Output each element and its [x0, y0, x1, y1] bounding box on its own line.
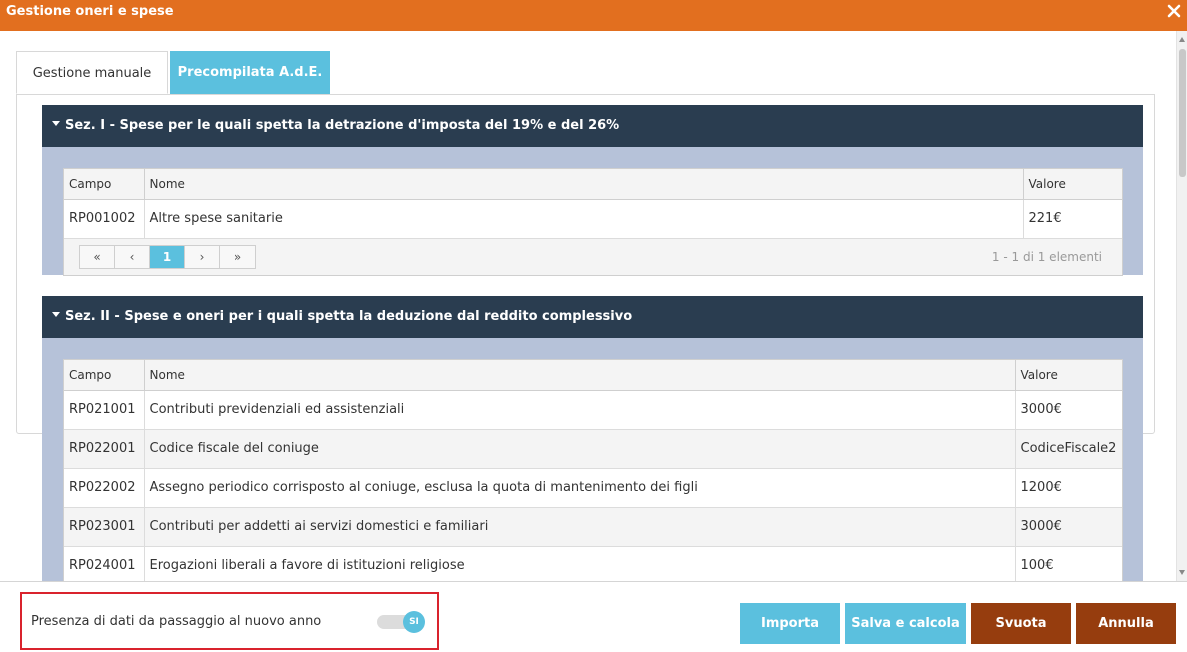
dialog-content: Gestione manuale Precompilata A.d.E. Sez… — [0, 31, 1176, 581]
pager-last-button[interactable]: » — [220, 245, 255, 268]
column-header-valore[interactable]: Valore — [1015, 360, 1122, 391]
pager-page-button[interactable]: 1 — [150, 245, 185, 268]
cell-campo: RP001002 — [64, 199, 145, 239]
table-row[interactable]: RP023001 Contributi per addetti ai servi… — [64, 507, 1122, 547]
cell-nome: Codice fiscale del coniuge — [144, 429, 1016, 469]
scroll-thumb[interactable] — [1179, 49, 1186, 177]
section-1-header[interactable]: Sez. I - Spese per le quali spetta la de… — [42, 105, 1143, 147]
section-1-grid: Campo Nome Valore RP001002 Altre spese s… — [63, 168, 1123, 276]
cell-nome: Contributi per addetti ai servizi domest… — [144, 507, 1016, 547]
scroll-up-icon[interactable] — [1179, 37, 1185, 42]
cell-valore: 221€ — [1023, 199, 1122, 239]
pager: « ‹ 1 › » 1 - 1 di 1 elementi — [64, 238, 1122, 275]
close-icon[interactable] — [1167, 4, 1181, 18]
toggle-knob[interactable]: SI — [403, 611, 425, 633]
tab-precompilata[interactable]: Precompilata A.d.E. — [170, 51, 330, 94]
table-row[interactable]: RP024001 Erogazioni liberali a favore di… — [64, 546, 1122, 581]
section-1-title: Sez. I - Spese per le quali spetta la de… — [65, 118, 620, 133]
cell-valore: 1200€ — [1015, 468, 1122, 508]
cell-nome: Altre spese sanitarie — [144, 199, 1024, 239]
passaggio-anno-toggle[interactable]: SI — [377, 611, 425, 633]
pager-buttons: « ‹ 1 › » — [79, 244, 256, 269]
cell-nome: Assegno periodico corrisposto al coniuge… — [144, 468, 1016, 508]
tab-gestione-manuale[interactable]: Gestione manuale — [16, 51, 168, 94]
cell-campo: RP021001 — [64, 390, 145, 430]
annulla-button[interactable]: Annulla — [1076, 603, 1176, 644]
vertical-scrollbar[interactable] — [1176, 31, 1187, 581]
cell-campo: RP022002 — [64, 468, 145, 508]
scroll-down-icon[interactable] — [1179, 570, 1185, 575]
section-2-grid: Campo Nome Valore RP021001 Contributi pr… — [63, 359, 1123, 581]
cell-campo: RP022001 — [64, 429, 145, 469]
pager-info: 1 - 1 di 1 elementi — [991, 249, 1102, 264]
column-header-campo[interactable]: Campo — [64, 360, 145, 391]
section-1: Sez. I - Spese per le quali spetta la de… — [42, 105, 1143, 276]
cell-valore: 3000€ — [1015, 507, 1122, 547]
svuota-button[interactable]: Svuota — [971, 603, 1071, 644]
dialog-title: Gestione oneri e spese — [6, 4, 174, 19]
cell-campo: RP023001 — [64, 507, 145, 547]
table-row[interactable]: RP022002 Assegno periodico corrisposto a… — [64, 468, 1122, 508]
cell-campo: RP024001 — [64, 546, 145, 581]
cell-valore: CodiceFiscale2 — [1015, 429, 1122, 469]
cell-valore: 100€ — [1015, 546, 1122, 581]
pager-prev-button[interactable]: ‹ — [115, 245, 150, 268]
column-header-campo[interactable]: Campo — [64, 169, 145, 200]
table-row[interactable]: RP001002 Altre spese sanitarie 221€ — [64, 199, 1122, 239]
section-2-header[interactable]: Sez. II - Spese e oneri per i quali spet… — [42, 296, 1143, 338]
section-2: Sez. II - Spese e oneri per i quali spet… — [42, 296, 1143, 581]
toggle-label: Presenza di dati da passaggio al nuovo a… — [31, 614, 322, 629]
salva-e-calcola-button[interactable]: Salva e calcola — [845, 603, 966, 644]
column-header-valore[interactable]: Valore — [1023, 169, 1122, 200]
cell-valore: 3000€ — [1015, 390, 1122, 430]
caret-down-icon — [52, 121, 60, 126]
table-row[interactable]: RP022001 Codice fiscale del coniuge Codi… — [64, 429, 1122, 469]
cell-nome: Contributi previdenziali ed assistenzial… — [144, 390, 1016, 430]
dialog-footer: Presenza di dati da passaggio al nuovo a… — [0, 581, 1187, 652]
caret-down-icon — [52, 312, 60, 317]
toggle-highlight-box: Presenza di dati da passaggio al nuovo a… — [20, 592, 439, 650]
dialog-titlebar: Gestione oneri e spese — [0, 0, 1187, 31]
importa-button[interactable]: Importa — [740, 603, 840, 644]
section-2-title: Sez. II - Spese e oneri per i quali spet… — [65, 309, 633, 324]
cell-nome: Erogazioni liberali a favore di istituzi… — [144, 546, 1016, 581]
pager-next-button[interactable]: › — [185, 245, 220, 268]
table-row[interactable]: RP021001 Contributi previdenziali ed ass… — [64, 390, 1122, 430]
pager-first-button[interactable]: « — [80, 245, 115, 268]
column-header-nome[interactable]: Nome — [144, 169, 1024, 200]
column-header-nome[interactable]: Nome — [144, 360, 1016, 391]
